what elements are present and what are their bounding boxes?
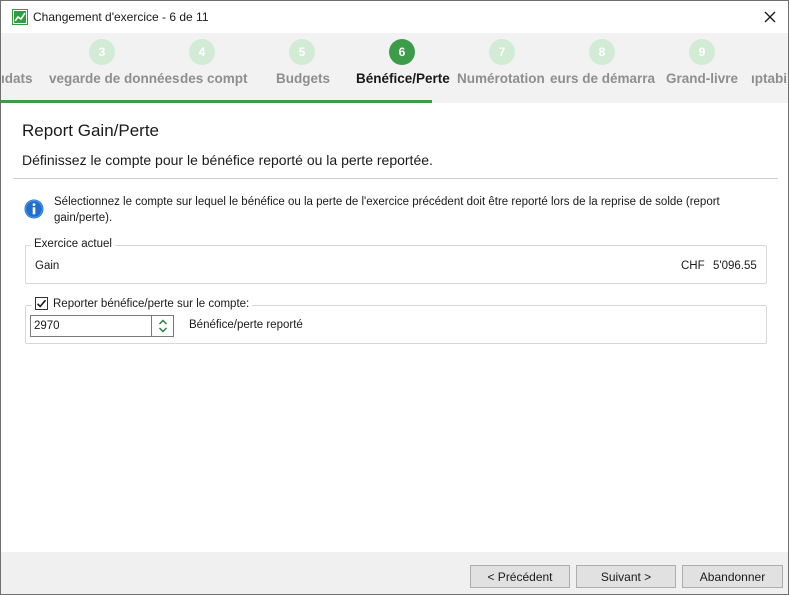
account-number-input[interactable] (30, 315, 151, 337)
account-spinner[interactable] (151, 315, 174, 337)
step-number: 3 (89, 39, 115, 65)
up-down-chevron-icon (158, 319, 167, 333)
next-button[interactable]: Suivant > (576, 565, 676, 588)
page-title: Report Gain/Perte (22, 121, 160, 140)
step-number: 5 (289, 39, 315, 65)
step-label: ıdats (1, 71, 33, 86)
wizard-window: Changement d'exercice - 6 de 11 ıdats 3 … (0, 0, 789, 595)
wizard-stepper: ıdats 3 vegarde de données 4 des compt 5… (1, 33, 788, 103)
result-label: Gain (35, 260, 60, 272)
carry-forward-legend: Reporter bénéfice/perte sur le compte: (32, 297, 253, 310)
step-label: Bénéfice/Perte (356, 71, 450, 86)
step-number: 7 (489, 39, 515, 65)
checkmark-icon (36, 299, 47, 308)
current-year-group (25, 245, 767, 284)
carry-forward-checkbox-label[interactable]: Reporter bénéfice/perte sur le compte: (53, 298, 249, 310)
cancel-button[interactable]: Abandonner (682, 565, 783, 588)
chart-app-icon (12, 9, 28, 25)
step-label: Numérotation (457, 71, 545, 86)
close-icon (764, 11, 776, 23)
step-label: vegarde de données (49, 71, 180, 86)
step-number: 9 (689, 39, 715, 65)
page-subtitle: Définissez le compte pour le bénéfice re… (22, 152, 433, 168)
step-label: Budgets (276, 71, 330, 86)
stepper-progress-bar (1, 100, 432, 103)
divider (13, 178, 778, 179)
info-message: Sélectionnez le compte sur lequel le bén… (54, 196, 720, 224)
close-button[interactable] (753, 3, 787, 31)
account-name: Bénéfice/perte reporté (189, 319, 303, 331)
result-amount: 5'096.55 (713, 260, 757, 272)
info-icon (24, 199, 44, 219)
title-bar: Changement d'exercice - 6 de 11 (1, 1, 788, 33)
step-label: des compt (180, 71, 248, 86)
step-label: Grand-livre (666, 71, 739, 86)
step-number: 4 (189, 39, 215, 65)
step-number: 8 (589, 39, 615, 65)
current-year-legend: Exercice actuel (31, 238, 115, 250)
step-label: eurs de démarra (550, 71, 656, 86)
step-label: ıptabi (751, 71, 787, 86)
step-number: 6 (389, 39, 415, 65)
carry-forward-checkbox[interactable] (35, 297, 48, 310)
window-title: Changement d'exercice - 6 de 11 (33, 10, 209, 24)
previous-button[interactable]: < Précédent (470, 565, 570, 588)
currency-label: CHF (681, 260, 705, 272)
